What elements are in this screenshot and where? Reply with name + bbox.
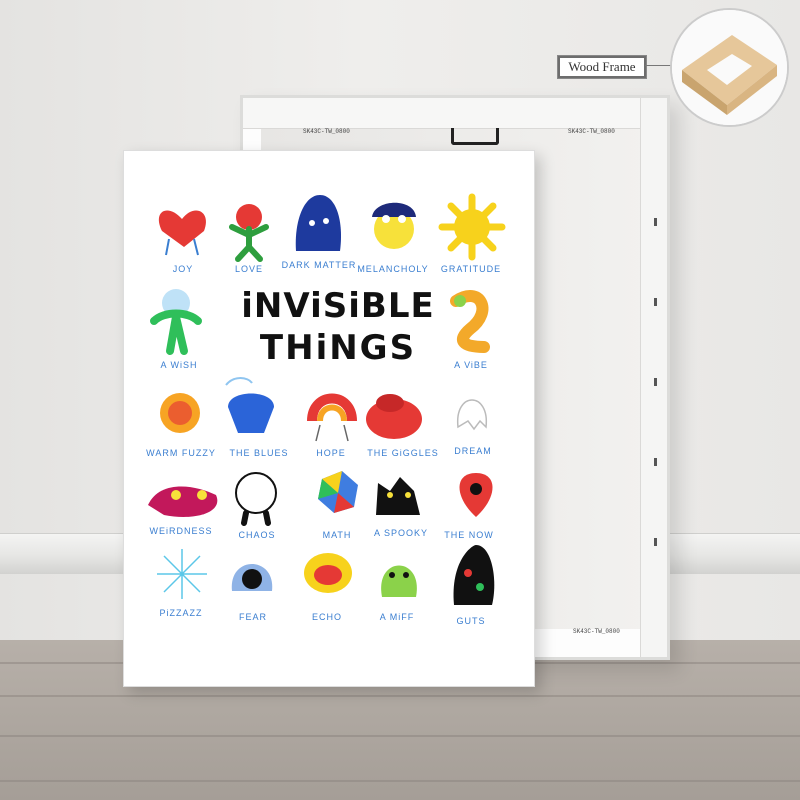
label-weirdness: WEiRDNESS <box>149 526 213 536</box>
label-fear: FEAR <box>238 612 267 622</box>
label-the-blues: THE BLUES <box>229 448 289 458</box>
label-dream: DREAM <box>454 446 492 456</box>
wood-frame-callout: Wood Frame <box>557 55 647 79</box>
sku-label-bottom: SK43C-TW_0800 <box>573 628 620 635</box>
label-a-spooky: A SPOOKY <box>373 528 429 538</box>
a-vibe-figure <box>450 290 490 353</box>
guts-figure <box>453 545 495 605</box>
label-the-giggles: THE GiGGLES <box>367 448 439 458</box>
label-joy: JOY <box>172 264 194 274</box>
label-a-miff: A MiFF <box>379 612 415 622</box>
label-love: LOVE <box>234 264 263 274</box>
staple <box>654 458 657 466</box>
wood-frame-zoom <box>670 8 789 127</box>
fear-figure <box>231 564 273 591</box>
label-a-wish: A WiSH <box>160 360 198 370</box>
warm-fuzzy-figure <box>160 393 200 433</box>
dark-matter-figure <box>295 195 342 251</box>
staple <box>654 218 657 226</box>
hope-figure <box>307 393 357 442</box>
dream-figure <box>457 399 487 431</box>
math-figure <box>318 471 358 513</box>
label-dark-matter: DARK MATTER <box>281 260 357 270</box>
label-gratitude: GRATITUDE <box>440 264 502 274</box>
poster-title-line1: iNViSiBLE <box>241 286 435 326</box>
echo-figure <box>304 553 352 593</box>
the-blues-figure <box>225 377 274 433</box>
stretcher-bar-top <box>243 98 667 129</box>
label-echo: ECHO <box>311 612 342 622</box>
label-melancholy: MELANCHOLY <box>357 264 429 274</box>
label-a-vibe: A ViBE <box>454 360 488 370</box>
a-wish-figure <box>150 289 202 355</box>
label-hope: HOPE <box>316 448 346 458</box>
a-miff-figure <box>381 565 417 597</box>
label-the-now: THE NOW <box>444 530 494 540</box>
a-spooky-figure <box>376 477 420 515</box>
chaos-figure <box>235 472 277 526</box>
pizzazz-figure <box>157 549 207 599</box>
label-guts: GUTS <box>456 616 486 626</box>
the-now-figure <box>459 473 493 517</box>
love-figure <box>229 204 269 262</box>
sku-label-top-left: SK43C-TW_0800 <box>303 128 350 135</box>
weirdness-figure <box>148 486 218 517</box>
staple <box>654 538 657 546</box>
poster-title-line2: THiNGS <box>259 328 417 368</box>
poster-title: iNViSiBLE THiNGS <box>232 289 444 365</box>
sawtooth-hanger <box>451 128 499 145</box>
poster: iNViSiBLE THiNGS JOY LOVE DARK MATTER ME… <box>123 150 535 687</box>
label-math: MATH <box>322 530 352 540</box>
staple <box>654 298 657 306</box>
sku-label-top-right: SK43C-TW_0800 <box>568 128 615 135</box>
label-pizzazz: PiZZAZZ <box>159 608 203 618</box>
staple <box>654 378 657 386</box>
label-chaos: CHAOS <box>238 530 276 540</box>
gratitude-figure <box>438 193 506 261</box>
label-warm-fuzzy: WARM FUZZY <box>146 448 216 458</box>
joy-figure <box>158 210 206 256</box>
melancholy-figure <box>372 202 416 249</box>
the-giggles-figure <box>366 394 422 439</box>
